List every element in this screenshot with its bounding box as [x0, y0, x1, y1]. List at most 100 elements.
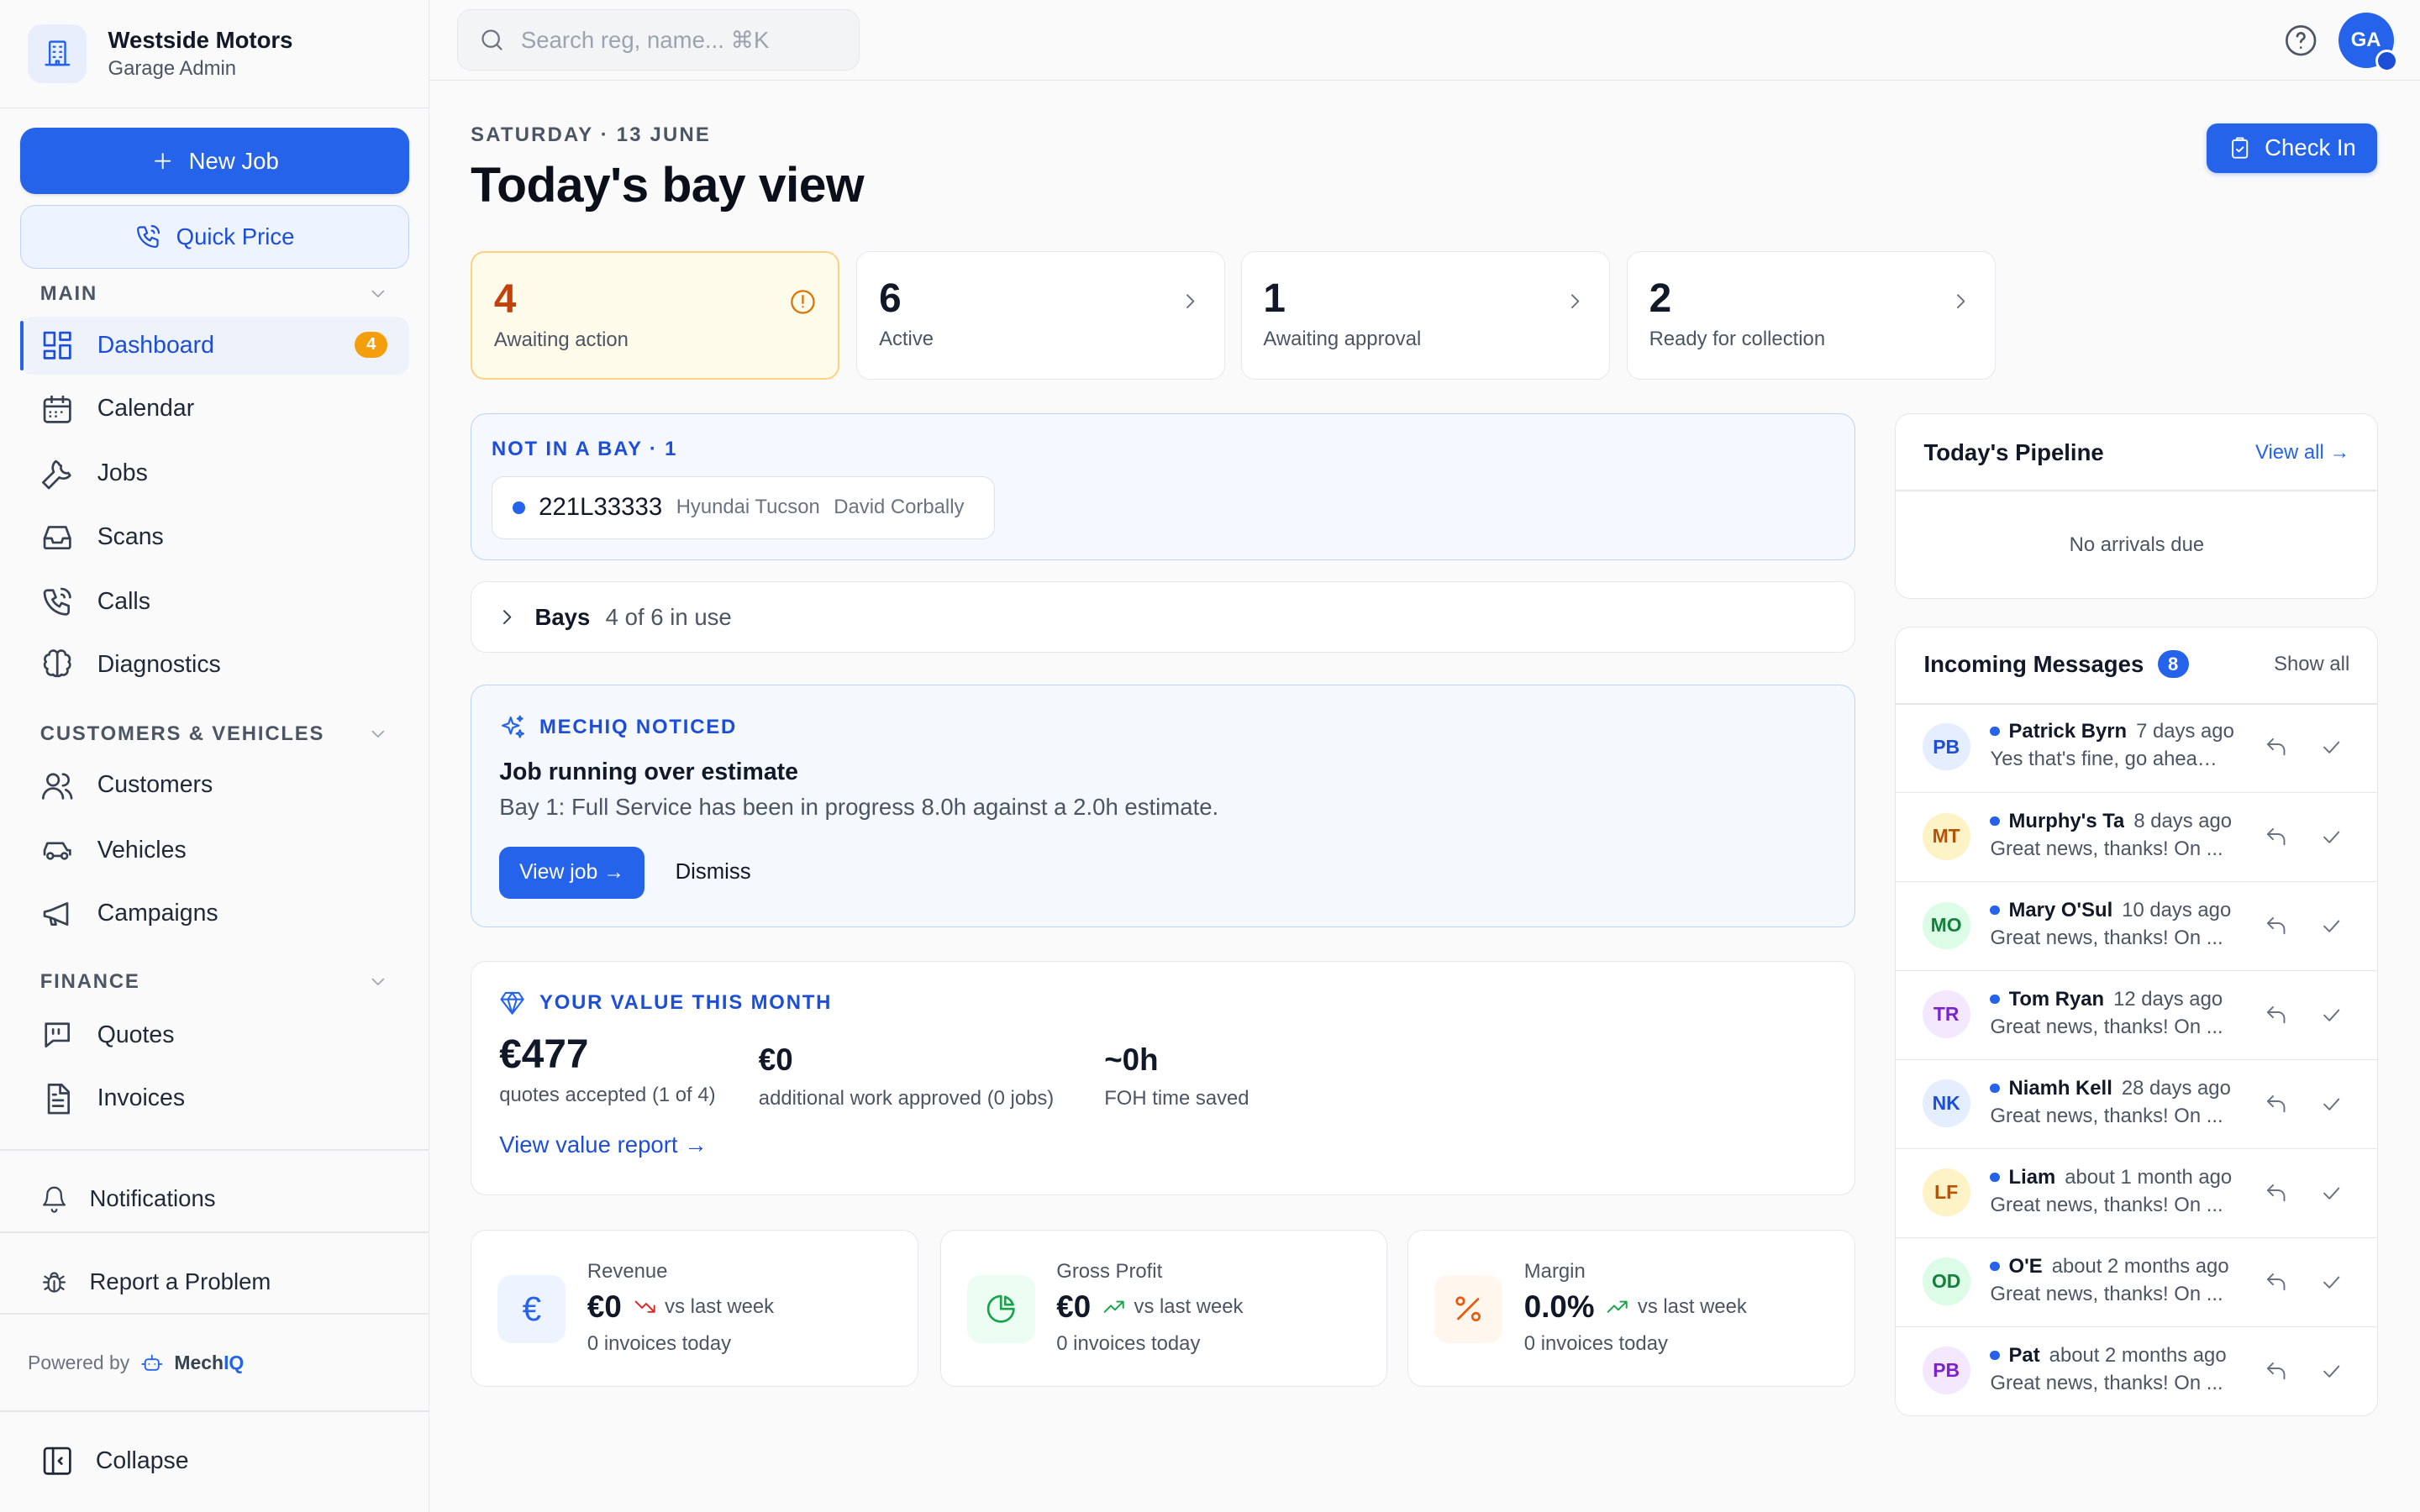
reply-icon[interactable]	[2264, 1003, 2288, 1027]
sidebar-item-dashboard[interactable]: Dashboard 4	[19, 316, 409, 375]
reply-icon[interactable]	[2264, 1270, 2288, 1294]
vehicle-chip[interactable]: 221L33333 Hyundai Tucson David Corbally	[492, 475, 995, 539]
message-time: 28 days ago	[2121, 1076, 2231, 1100]
reply-icon[interactable]	[2264, 1092, 2288, 1116]
report-problem-link[interactable]: Report a Problem	[40, 1268, 271, 1296]
kpi-value: €0	[587, 1289, 622, 1324]
sidebar-item-label: Vehicles	[97, 836, 187, 864]
show-all-link[interactable]: Show all	[2274, 653, 2349, 676]
reply-icon[interactable]	[2264, 1181, 2288, 1205]
message-row[interactable]: TR Tom Ryan 12 days ago Great news, thanks!…	[1896, 969, 2378, 1059]
kpi-revenue[interactable]: € Revenue €0 vs last week 0 invoices tod…	[471, 1229, 918, 1388]
stat-awaiting-approval[interactable]: 1 Awaiting approval	[1240, 251, 1610, 380]
quick-price-button[interactable]: Quick Price	[19, 205, 409, 269]
check-icon[interactable]	[2319, 735, 2344, 759]
car-icon	[43, 842, 71, 860]
messages-header: Incoming Messages 8 Show all	[1924, 650, 2349, 679]
kpi-label: Gross Profit	[1056, 1259, 1163, 1283]
check-in-button[interactable]: Check In	[2207, 123, 2377, 173]
mechiq-title: Job running over estimate	[499, 758, 798, 785]
check-icon[interactable]	[2319, 1092, 2344, 1116]
sidebar-item-customers[interactable]: Customers	[20, 756, 409, 815]
sidebar-item-invoices[interactable]: Invoices	[20, 1069, 409, 1128]
message-row[interactable]: PB Patrick Byrn 7 days ago Yes that's fine,…	[1896, 703, 2377, 792]
sidebar-item-scans[interactable]: Scans	[20, 507, 409, 566]
vehicle-reg: 221L33333	[539, 493, 663, 522]
stat-value: 4	[493, 276, 517, 322]
message-row[interactable]: LF Liam about 1 month ago Great news, thank…	[1896, 1147, 2378, 1237]
plus-icon	[154, 153, 171, 170]
message-row[interactable]: MT Murphy's Ta 8 days ago Great news, thank…	[1896, 791, 2378, 881]
reply-icon[interactable]	[2264, 914, 2288, 938]
chevron-right-icon	[1956, 294, 1965, 309]
help-icon[interactable]	[2284, 24, 2317, 57]
stat-awaiting-action[interactable]: 4 Awaiting action	[471, 251, 840, 380]
kpi-sub: 0 invoices today	[1056, 1332, 1201, 1356]
avatar: PB	[1922, 722, 1970, 771]
reply-icon[interactable]	[2264, 825, 2288, 849]
value-metric-foh: ~0h FOH time saved	[1104, 1042, 1249, 1110]
avatar: NK	[1922, 1079, 1970, 1128]
kpi-value: 0.0%	[1523, 1289, 1595, 1324]
search-input[interactable]: Search reg, name... ⌘K	[456, 9, 860, 71]
reply-icon[interactable]	[2264, 1359, 2288, 1383]
sidebar-item-jobs[interactable]: Jobs	[20, 444, 409, 503]
powered-by-label: Powered by	[28, 1352, 130, 1374]
section-main-label: MAIN	[39, 282, 98, 306]
message-time: about 2 months ago	[2049, 1343, 2227, 1367]
brand-header[interactable]: Westside Motors Garage Admin	[0, 0, 429, 108]
sidebar-item-label: Calls	[97, 587, 150, 615]
check-icon[interactable]	[2319, 1270, 2344, 1294]
dismiss-button[interactable]: Dismiss	[676, 847, 751, 899]
mechiq-label-row: MECHIQ NOTICED	[499, 714, 737, 742]
pipeline-header: Today's Pipeline View all →	[1924, 439, 2350, 466]
message-row[interactable]: PB Pat about 2 months ago Great news, thank…	[1896, 1326, 2378, 1415]
sidebar-item-vehicles[interactable]: Vehicles	[20, 821, 409, 879]
unread-dot	[1990, 1084, 2000, 1094]
new-job-button[interactable]: New Job	[19, 128, 409, 195]
sidebar-item-calendar[interactable]: Calendar	[20, 380, 409, 438]
view-value-report-link[interactable]: View value report →	[499, 1131, 708, 1158]
calendar-icon	[43, 395, 71, 423]
section-customers-vehicles[interactable]: CUSTOMERS & VEHICLES	[40, 722, 389, 746]
check-icon[interactable]	[2319, 1003, 2344, 1027]
message-row[interactable]: OD O'E about 2 months ago Great news, thank…	[1896, 1236, 2378, 1326]
message-row[interactable]: MO Mary O'Sul 10 days ago Great news, thank…	[1896, 880, 2378, 970]
check-in-label: Check In	[2265, 134, 2356, 161]
sidebar-item-calls[interactable]: Calls	[20, 572, 409, 631]
section-finance[interactable]: FINANCE	[40, 970, 389, 994]
message-time: about 2 months ago	[2051, 1254, 2229, 1278]
view-all-link[interactable]: View all →	[2255, 441, 2349, 465]
message-meta: Tom Ryan 12 days ago	[1990, 988, 2244, 1011]
collapse-button[interactable]: Collapse	[40, 1444, 189, 1478]
kpi-gross-profit[interactable]: Gross Profit €0 vs last week 0 invoices …	[939, 1229, 1388, 1388]
sidebar-item-diagnostics[interactable]: Diagnostics	[20, 636, 409, 695]
kpi-margin[interactable]: Margin 0.0% vs last week 0 invoices toda…	[1407, 1229, 1855, 1388]
reply-icon[interactable]	[2264, 735, 2288, 759]
stat-active[interactable]: 6 Active	[856, 251, 1226, 380]
check-icon[interactable]	[2319, 1359, 2344, 1383]
sidebar-item-quotes[interactable]: Quotes	[20, 1006, 409, 1065]
stat-ready-collection[interactable]: 2 Ready for collection	[1626, 251, 1996, 380]
view-job-button[interactable]: View job →	[499, 846, 644, 899]
stat-label: Ready for collection	[1649, 328, 1826, 351]
metric-value: ~0h	[1104, 1042, 1159, 1077]
message-time: 10 days ago	[2122, 898, 2232, 921]
kpi-vs: vs last week	[665, 1294, 775, 1318]
user-avatar[interactable]: GA	[2338, 12, 2399, 73]
sender-name: Tom Ryan	[2008, 987, 2105, 1011]
bays-toggle[interactable]: Bays 4 of 6 in use	[471, 581, 1855, 653]
check-icon[interactable]	[2319, 914, 2344, 938]
check-icon[interactable]	[2319, 1181, 2344, 1205]
message-time: about 1 month ago	[2065, 1165, 2233, 1189]
brand-subtitle: Garage Admin	[108, 56, 237, 80]
check-icon[interactable]	[2319, 825, 2344, 849]
unread-dot	[1990, 1351, 2000, 1361]
message-row[interactable]: NK Niamh Kell 28 days ago Great news, thank…	[1896, 1058, 2378, 1148]
sidebar-item-label: Scans	[97, 522, 164, 550]
section-main[interactable]: MAIN	[40, 282, 389, 306]
sidebar-item-campaigns[interactable]: Campaigns	[20, 884, 409, 942]
kpi-label: Revenue	[587, 1259, 668, 1283]
notifications-link[interactable]: Notifications	[40, 1185, 216, 1213]
message-time: 12 days ago	[2113, 987, 2223, 1011]
